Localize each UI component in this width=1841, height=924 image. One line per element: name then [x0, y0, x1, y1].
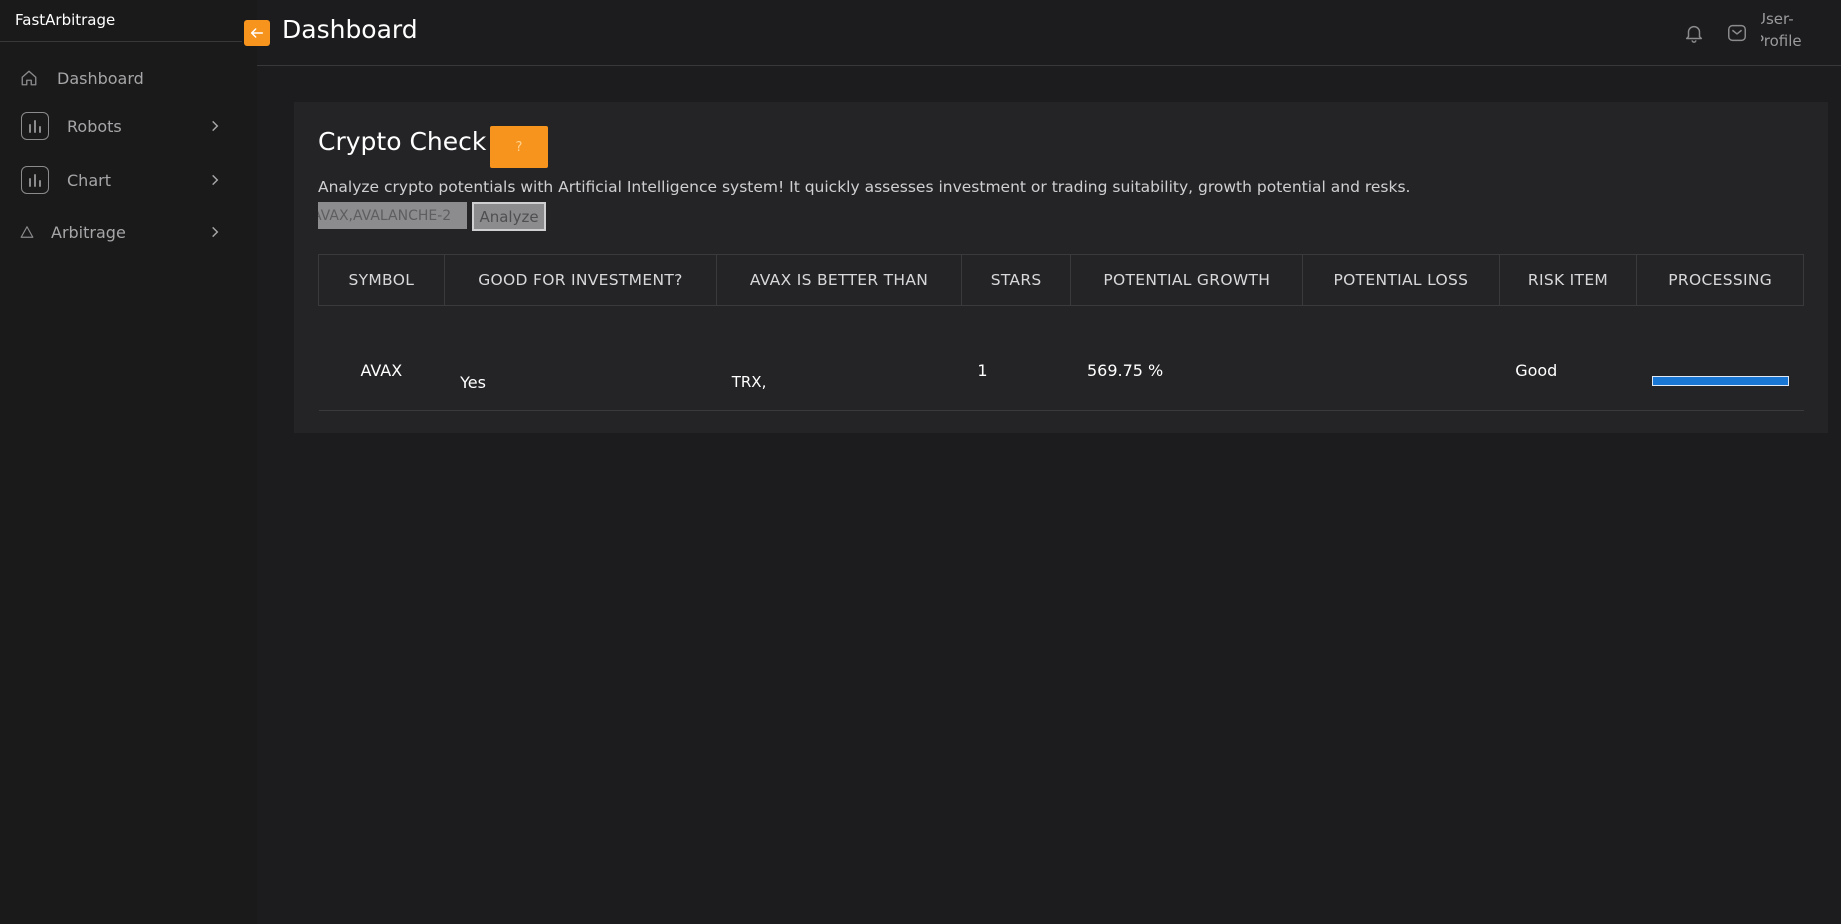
column-header-potential-loss: POTENTIAL LOSS	[1302, 254, 1500, 306]
triangle-icon	[20, 226, 34, 238]
chart-box-icon	[21, 166, 49, 194]
page-title: Dashboard	[282, 15, 418, 44]
sidebar-item-dashboard[interactable]: Dashboard	[0, 62, 242, 94]
cell-good-for-investment: Yes	[444, 305, 717, 411]
column-header-potential-growth: POTENTIAL GROWTH	[1070, 254, 1304, 306]
sidebar-item-label: Robots	[67, 116, 122, 136]
table-header-row: SYMBOL GOOD FOR INVESTMENT? AVAX IS BETT…	[318, 254, 1804, 306]
column-header-risk-item: RISK ITEM	[1498, 254, 1638, 306]
chevron-right-icon	[212, 226, 219, 238]
cell-better-than: TRX,	[716, 305, 962, 411]
chevron-right-icon	[212, 174, 219, 186]
table-row[interactable]: AVAX Yes TRX, 1 569.75 % Good	[318, 305, 1804, 411]
cell-processing	[1636, 305, 1804, 411]
column-header-better-than: AVAX IS BETTER THAN	[716, 254, 962, 306]
card-title: Crypto Check	[318, 127, 487, 156]
symbol-input[interactable]	[318, 202, 467, 229]
home-icon	[21, 70, 37, 86]
user-profile-link[interactable]: User- Profile	[1761, 8, 1821, 56]
cell-potential-loss	[1302, 305, 1500, 411]
results-table: SYMBOL GOOD FOR INVESTMENT? AVAX IS BETT…	[318, 254, 1804, 411]
crypto-check-card: Crypto Check ? Analyze crypto potentials…	[294, 102, 1828, 433]
profile-label-line-2: Profile	[1761, 32, 1802, 50]
back-button[interactable]	[244, 20, 270, 46]
column-header-processing: PROCESSING	[1636, 254, 1804, 306]
sidebar-item-label: Chart	[67, 170, 111, 190]
column-header-stars: STARS	[960, 254, 1072, 306]
top-header: Dashboard User- Profile	[244, 0, 1841, 66]
cell-stars: 1	[961, 305, 1071, 411]
arrow-left-icon	[250, 28, 264, 38]
help-button[interactable]: ?	[490, 126, 548, 168]
chart-box-icon	[21, 112, 49, 140]
bell-icon[interactable]	[1683, 22, 1705, 44]
cell-risk-item: Good	[1499, 305, 1637, 411]
profile-label-line-1: User-	[1761, 10, 1794, 28]
cell-potential-growth: 569.75 %	[1070, 305, 1303, 411]
card-description: Analyze crypto potentials with Artificia…	[318, 178, 1411, 196]
sidebar-item-label: Arbitrage	[51, 222, 126, 242]
brand-logo[interactable]: FastArbitrage	[0, 0, 242, 42]
chevron-right-icon	[212, 120, 219, 132]
column-header-good-for-investment: GOOD FOR INVESTMENT?	[443, 254, 718, 306]
cell-symbol[interactable]: AVAX	[318, 305, 445, 411]
sidebar-item-arbitrage[interactable]: Arbitrage	[0, 218, 242, 246]
processing-progress-fill	[1652, 377, 1788, 385]
mail-icon[interactable]	[1726, 22, 1748, 44]
sidebar-item-chart[interactable]: Chart	[0, 164, 242, 196]
analyze-button[interactable]: Analyze	[472, 202, 546, 231]
column-header-symbol: SYMBOL	[318, 254, 445, 306]
sidebar-item-label: Dashboard	[57, 68, 144, 88]
sidebar-item-robots[interactable]: Robots	[0, 110, 242, 142]
processing-progress-bar	[1651, 376, 1789, 386]
sidebar: FastArbitrage Dashboard Robots Chart Arb…	[0, 0, 257, 924]
